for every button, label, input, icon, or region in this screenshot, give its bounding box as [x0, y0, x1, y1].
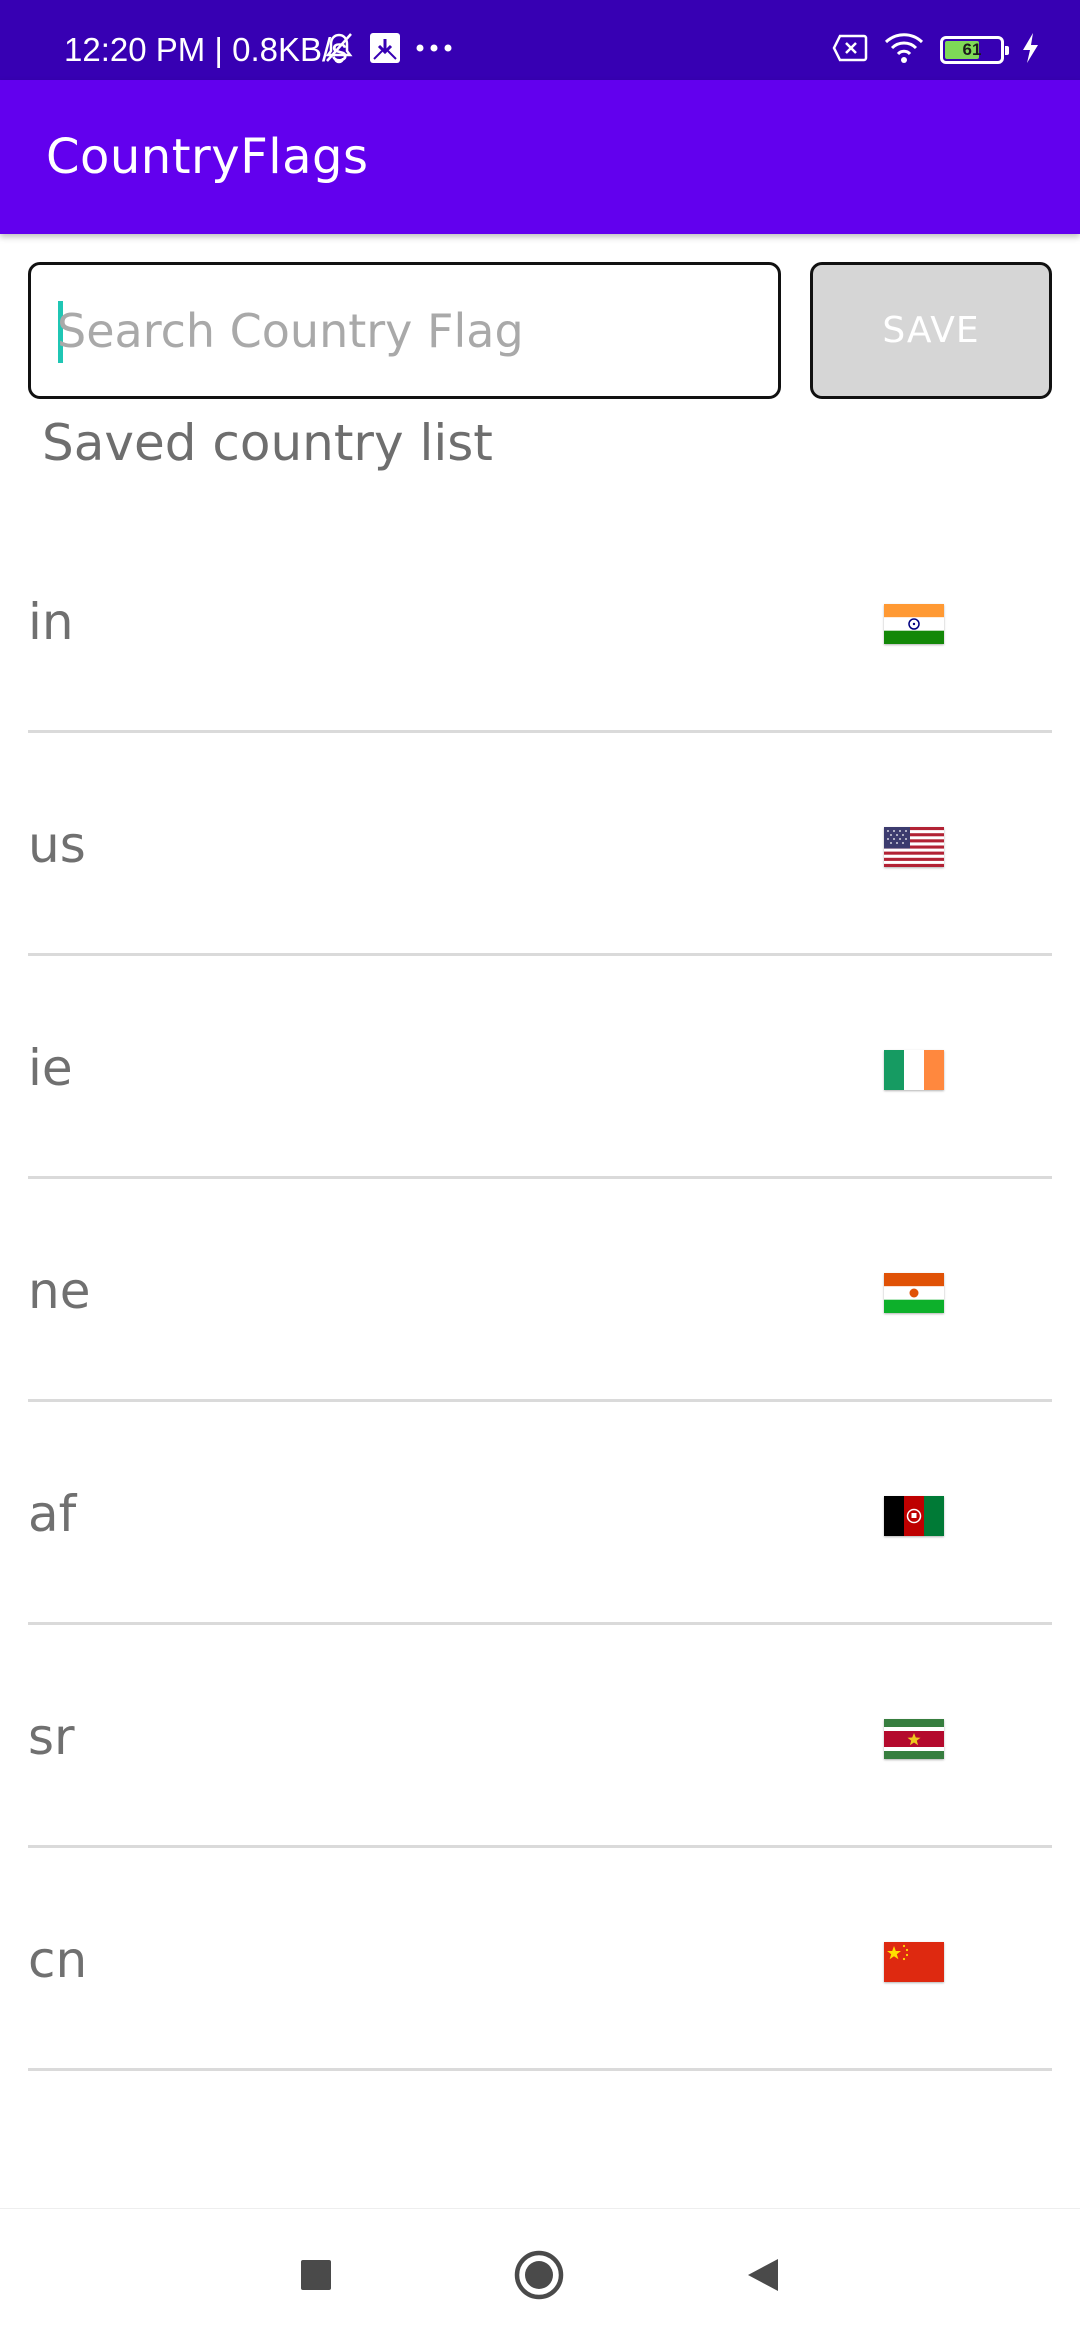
app-bar: CountryFlags — [0, 80, 1080, 234]
country-code: in — [28, 593, 74, 651]
niger-flag-icon — [884, 1273, 944, 1313]
recents-square-icon[interactable] — [290, 2249, 342, 2301]
app-title: CountryFlags — [46, 129, 369, 185]
back-triangle-icon[interactable] — [738, 2249, 790, 2301]
china-flag-icon — [884, 1942, 944, 1982]
country-code: sr — [28, 1708, 75, 1766]
wifi-icon — [884, 32, 924, 68]
search-field[interactable] — [28, 262, 781, 399]
list-item[interactable]: us — [28, 733, 1052, 956]
charging-bolt-icon — [1020, 32, 1040, 68]
country-code: cn — [28, 1931, 88, 1989]
list-item[interactable]: cn — [28, 1848, 1052, 2071]
saved-list-label: Saved country list — [42, 414, 493, 472]
download-icon — [368, 31, 402, 69]
list-item[interactable]: sr — [28, 1625, 1052, 1848]
navigation-bar — [0, 2208, 1080, 2341]
status-bar: 12:20 PM | 0.8KB/s 61 — [0, 0, 1080, 80]
country-list: in us ie ne af sr cn — [28, 510, 1052, 2071]
ireland-flag-icon — [884, 1050, 944, 1090]
home-circle-icon[interactable] — [513, 2249, 565, 2301]
list-item[interactable]: af — [28, 1402, 1052, 1625]
save-button[interactable]: SAVE — [810, 262, 1052, 399]
suriname-flag-icon — [884, 1719, 944, 1759]
search-input[interactable] — [57, 265, 747, 396]
sim-off-icon — [832, 33, 868, 67]
battery-level: 61 — [962, 40, 982, 59]
list-item[interactable]: in — [28, 510, 1052, 733]
country-code: ne — [28, 1262, 91, 1320]
india-flag-icon — [884, 604, 944, 644]
battery-icon: 61 — [940, 36, 1009, 64]
status-time-speed: 12:20 PM | 0.8KB/s — [64, 31, 348, 68]
usa-flag-icon — [884, 827, 944, 867]
country-code: us — [28, 816, 86, 874]
more-dots-icon — [414, 31, 454, 69]
list-item[interactable]: ne — [28, 1179, 1052, 1402]
country-code: af — [28, 1485, 77, 1543]
list-item[interactable]: ie — [28, 956, 1052, 1179]
status-left-icons — [322, 28, 454, 72]
status-right-icons: 61 — [832, 28, 1040, 72]
bell-off-icon — [322, 31, 356, 69]
country-code: ie — [28, 1039, 73, 1097]
afghanistan-flag-icon — [884, 1496, 944, 1536]
